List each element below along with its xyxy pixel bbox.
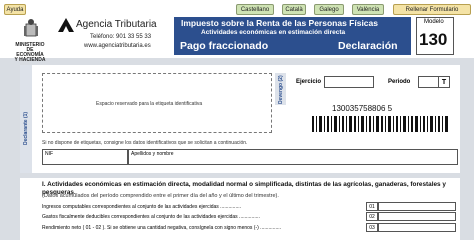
page-title: Impuesto sobre la Renta de las Personas … (181, 18, 378, 28)
row-text: Gastos fiscalmente deducibles correspond… (42, 214, 260, 220)
row-code: 01 (366, 202, 378, 211)
devengo-side-label: Devengo (2) (278, 75, 284, 104)
no-labels-text: Si no dispone de etiquetas, consigne los… (42, 140, 248, 146)
barcode-icon (312, 116, 450, 132)
row-code: 03 (366, 223, 378, 232)
ejercicio-input[interactable] (324, 76, 374, 88)
row-code: 02 (366, 212, 378, 221)
row-text: Ingresos computables correspondientes al… (42, 204, 241, 210)
row-amount-input[interactable] (378, 212, 456, 221)
name-label: Apellidos y nombre (131, 151, 174, 157)
periodo-type: T (438, 76, 450, 88)
periodo-input[interactable] (418, 76, 440, 88)
ayuda-button[interactable]: Ayuda (4, 4, 26, 15)
barcode-number: 130035758806 5 (332, 104, 393, 113)
castellano-button[interactable]: Castellano (236, 4, 274, 15)
catala-button[interactable]: Català (282, 4, 306, 15)
ejercicio-label: Ejercicio (296, 79, 322, 85)
agency-name: Agencia Tributaria (76, 19, 157, 30)
website: www.agenciatributaria.es (84, 43, 151, 49)
row-text: Rendimiento neto ( 01 - 02 ). Si se obti… (42, 225, 282, 231)
ministry-name: MINISTERIO DE ECONOMÍA Y HACIENDA (14, 42, 46, 63)
coat-of-arms-icon (24, 18, 38, 42)
rellenar-formulario-button[interactable]: Rellenar Formulario (393, 4, 471, 15)
periodo-label: Periodo (388, 79, 411, 85)
model-number: 130 (419, 30, 448, 49)
valencia-button[interactable]: València (352, 4, 384, 15)
model-label: Modelo (424, 19, 444, 25)
name-field[interactable] (128, 149, 458, 165)
pago-fraccionado-label: Pago fraccionado (180, 40, 269, 52)
nif-field[interactable] (42, 149, 128, 165)
declarante-side-label: Declarante (1) (23, 111, 29, 145)
agency-logo-icon (58, 18, 74, 32)
galego-button[interactable]: Galego (314, 4, 344, 15)
nif-label: NIF (45, 151, 54, 157)
declaracion-label: Declaración (338, 40, 398, 52)
row-amount-input[interactable] (378, 202, 456, 211)
row-amount-input[interactable] (378, 223, 456, 232)
phone-number: Teléfono: 901 33 55 33 (90, 34, 152, 40)
page-subtitle: Actividades económicas en estimación dir… (201, 29, 346, 36)
label-area-text: Espacio reservado para la etiqueta ident… (96, 101, 203, 107)
section-i-note: (Datos acumulados del período comprendid… (42, 193, 279, 199)
